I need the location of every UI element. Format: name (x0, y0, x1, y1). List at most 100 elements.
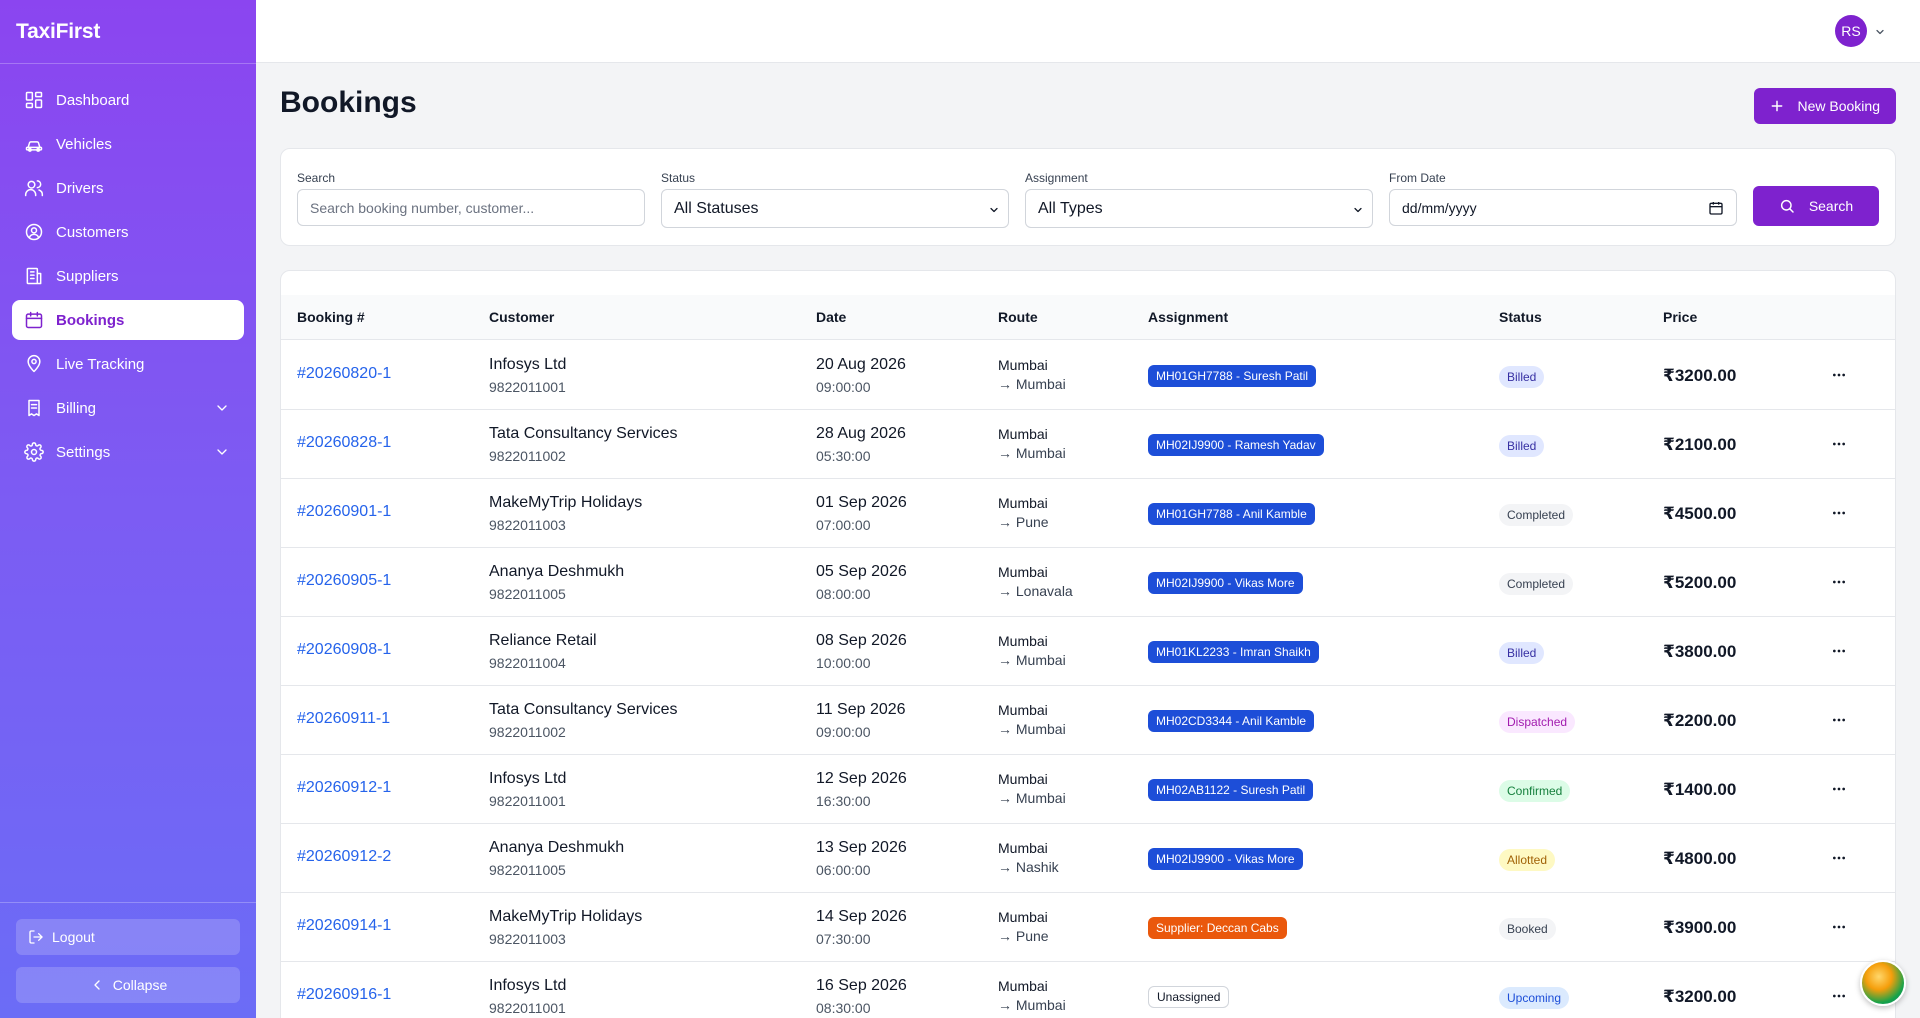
booking-number-link[interactable]: #20260901-1 (297, 503, 391, 521)
table-row[interactable]: #20260908-1 Reliance Retail 9822011004 08 S… (281, 617, 1895, 686)
table-row[interactable]: #20260914-1 MakeMyTrip Holidays 9822011003… (281, 893, 1895, 962)
customer-name: Infosys Ltd (489, 770, 567, 787)
table-row[interactable]: #20260916-1 Infosys Ltd 9822011001 16 Sep 2… (281, 962, 1895, 1018)
sidebar-item-dashboard[interactable]: Dashboard (12, 80, 244, 120)
sidebar-item-label: Dashboard (56, 91, 130, 109)
more-options-icon[interactable] (1827, 777, 1851, 801)
more-options-icon[interactable] (1827, 984, 1851, 1008)
booking-number-link[interactable]: #20260911-1 (297, 710, 390, 728)
table-row[interactable]: #20260820-1 Infosys Ltd 9822011001 20 Aug 2… (281, 341, 1895, 410)
table-row[interactable]: #20260912-1 Infosys Ltd 9822011001 12 Sep 2… (281, 755, 1895, 824)
status-badge: Billed (1499, 435, 1545, 457)
search-button[interactable]: Search (1753, 186, 1879, 226)
sidebar-item-customers[interactable]: Customers (12, 212, 244, 252)
chevron-down-icon (214, 400, 230, 416)
booking-number-link[interactable]: #20260912-1 (297, 779, 391, 797)
chevron-down-icon (1352, 203, 1364, 215)
table-row[interactable]: #20260905-1 Ananya Deshmukh 9822011005 05 S… (281, 548, 1895, 617)
customer-name: Reliance Retail (489, 632, 597, 649)
column-header: Price (1663, 309, 1698, 325)
search-input[interactable]: Search booking number, customer... (297, 189, 645, 226)
sidebar-item-suppliers[interactable]: Suppliers (12, 256, 244, 296)
chevron-down-icon[interactable] (1874, 25, 1886, 37)
date-cell: 08 Sep 2026 10:00:00 (816, 631, 907, 673)
assignment-select-value: All Types (1038, 199, 1103, 217)
customer-cell: Ananya Deshmukh 9822011005 (489, 838, 624, 880)
table-row[interactable]: #20260911-1 Tata Consultancy Services 9822… (281, 686, 1895, 755)
price: ₹4500.00 (1663, 504, 1737, 523)
chevron-down-icon (988, 203, 1000, 215)
status-select[interactable]: All Statuses (661, 189, 1009, 228)
page-title: Bookings (280, 86, 417, 119)
status-badge: Completed (1499, 573, 1574, 595)
status-badge: Dispatched (1499, 711, 1576, 733)
sidebar-item-settings[interactable]: Settings (12, 432, 244, 472)
table-row[interactable]: #20260912-2 Ananya Deshmukh 9822011005 13 S… (281, 824, 1895, 893)
route-cell: Mumbai → Mumbai (998, 356, 1066, 394)
booking-number-link[interactable]: #20260905-1 (297, 572, 391, 590)
booking-number-link[interactable]: #20260820-1 (297, 365, 391, 383)
sidebar-item-label: Suppliers (56, 267, 119, 285)
date-cell: 05 Sep 2026 08:00:00 (816, 562, 907, 604)
booking-number-link[interactable]: #20260908-1 (297, 641, 391, 659)
customer-name: Ananya Deshmukh (489, 839, 625, 856)
table-row[interactable]: #20260901-1 MakeMyTrip Holidays 9822011003… (281, 479, 1895, 548)
status-badge: Completed (1499, 504, 1574, 526)
price: ₹3900.00 (1663, 918, 1737, 937)
route-cell: Mumbai → Mumbai (998, 977, 1066, 1015)
route-from: Mumbai (998, 357, 1048, 373)
assignment-badge: MH02IJ9900 - Vikas More (1148, 572, 1303, 594)
more-options-icon[interactable] (1827, 708, 1851, 732)
car-icon (24, 134, 44, 154)
top-bar: RS (256, 0, 1920, 63)
column-header: Assignment (1148, 309, 1229, 325)
brand-logo[interactable]: TaxiFirst (16, 20, 100, 44)
more-options-icon[interactable] (1827, 570, 1851, 594)
more-options-icon[interactable] (1827, 915, 1851, 939)
more-options-icon[interactable] (1827, 846, 1851, 870)
booking-number-link[interactable]: #20260912-2 (297, 848, 391, 866)
collapse-button[interactable]: Collapse (16, 967, 240, 1003)
user-avatar[interactable]: RS (1835, 15, 1867, 47)
assignment-badge: Supplier: Deccan Cabs (1148, 917, 1287, 939)
route-from: Mumbai (998, 426, 1048, 442)
user-circle-icon (24, 222, 44, 242)
more-options-icon[interactable] (1827, 432, 1851, 456)
route-from: Mumbai (998, 633, 1048, 649)
status-badge: Allotted (1499, 849, 1556, 871)
sidebar-item-live-tracking[interactable]: Live Tracking (12, 344, 244, 384)
sidebar-item-billing[interactable]: Billing (12, 388, 244, 428)
from-date-label: From Date (1389, 171, 1446, 185)
main-content: Bookings New Booking Search Search booki… (256, 64, 1920, 1018)
route-to: → Nashik (998, 859, 1059, 875)
new-booking-label: New Booking (1797, 98, 1881, 114)
customer-phone: 9822011001 (489, 793, 566, 809)
route-cell: Mumbai → Nashik (998, 839, 1059, 877)
booking-number-link[interactable]: #20260916-1 (297, 986, 391, 1004)
price: ₹4800.00 (1663, 849, 1737, 868)
booking-time: 16:30:00 (816, 793, 871, 809)
booking-time: 09:00:00 (816, 379, 871, 395)
search-placeholder: Search booking number, customer... (310, 199, 535, 216)
table-row[interactable]: #20260828-1 Tata Consultancy Services 9822… (281, 410, 1895, 479)
assignment-select[interactable]: All Types (1025, 189, 1373, 228)
more-options-icon[interactable] (1827, 501, 1851, 525)
customer-phone: 9822011005 (489, 862, 566, 878)
from-date-input[interactable]: dd/mm/yyyy (1389, 189, 1737, 226)
sidebar-item-vehicles[interactable]: Vehicles (12, 124, 244, 164)
sidebar-item-drivers[interactable]: Drivers (12, 168, 244, 208)
status-select-value: All Statuses (674, 199, 759, 217)
new-booking-button[interactable]: New Booking (1753, 88, 1896, 124)
booking-number-link[interactable]: #20260828-1 (297, 434, 391, 452)
calendar-icon (24, 310, 44, 330)
divider (0, 902, 256, 903)
date-cell: 01 Sep 2026 07:00:00 (816, 493, 907, 535)
logout-button[interactable]: Logout (16, 919, 240, 955)
more-options-icon[interactable] (1827, 639, 1851, 663)
sidebar-item-bookings[interactable]: Bookings (12, 300, 244, 340)
assistant-fab-button[interactable] (1860, 960, 1906, 1006)
booking-number-link[interactable]: #20260914-1 (297, 917, 391, 935)
more-options-icon[interactable] (1827, 363, 1851, 387)
booking-time: 07:00:00 (816, 517, 871, 533)
calendar-icon[interactable] (1708, 200, 1724, 216)
